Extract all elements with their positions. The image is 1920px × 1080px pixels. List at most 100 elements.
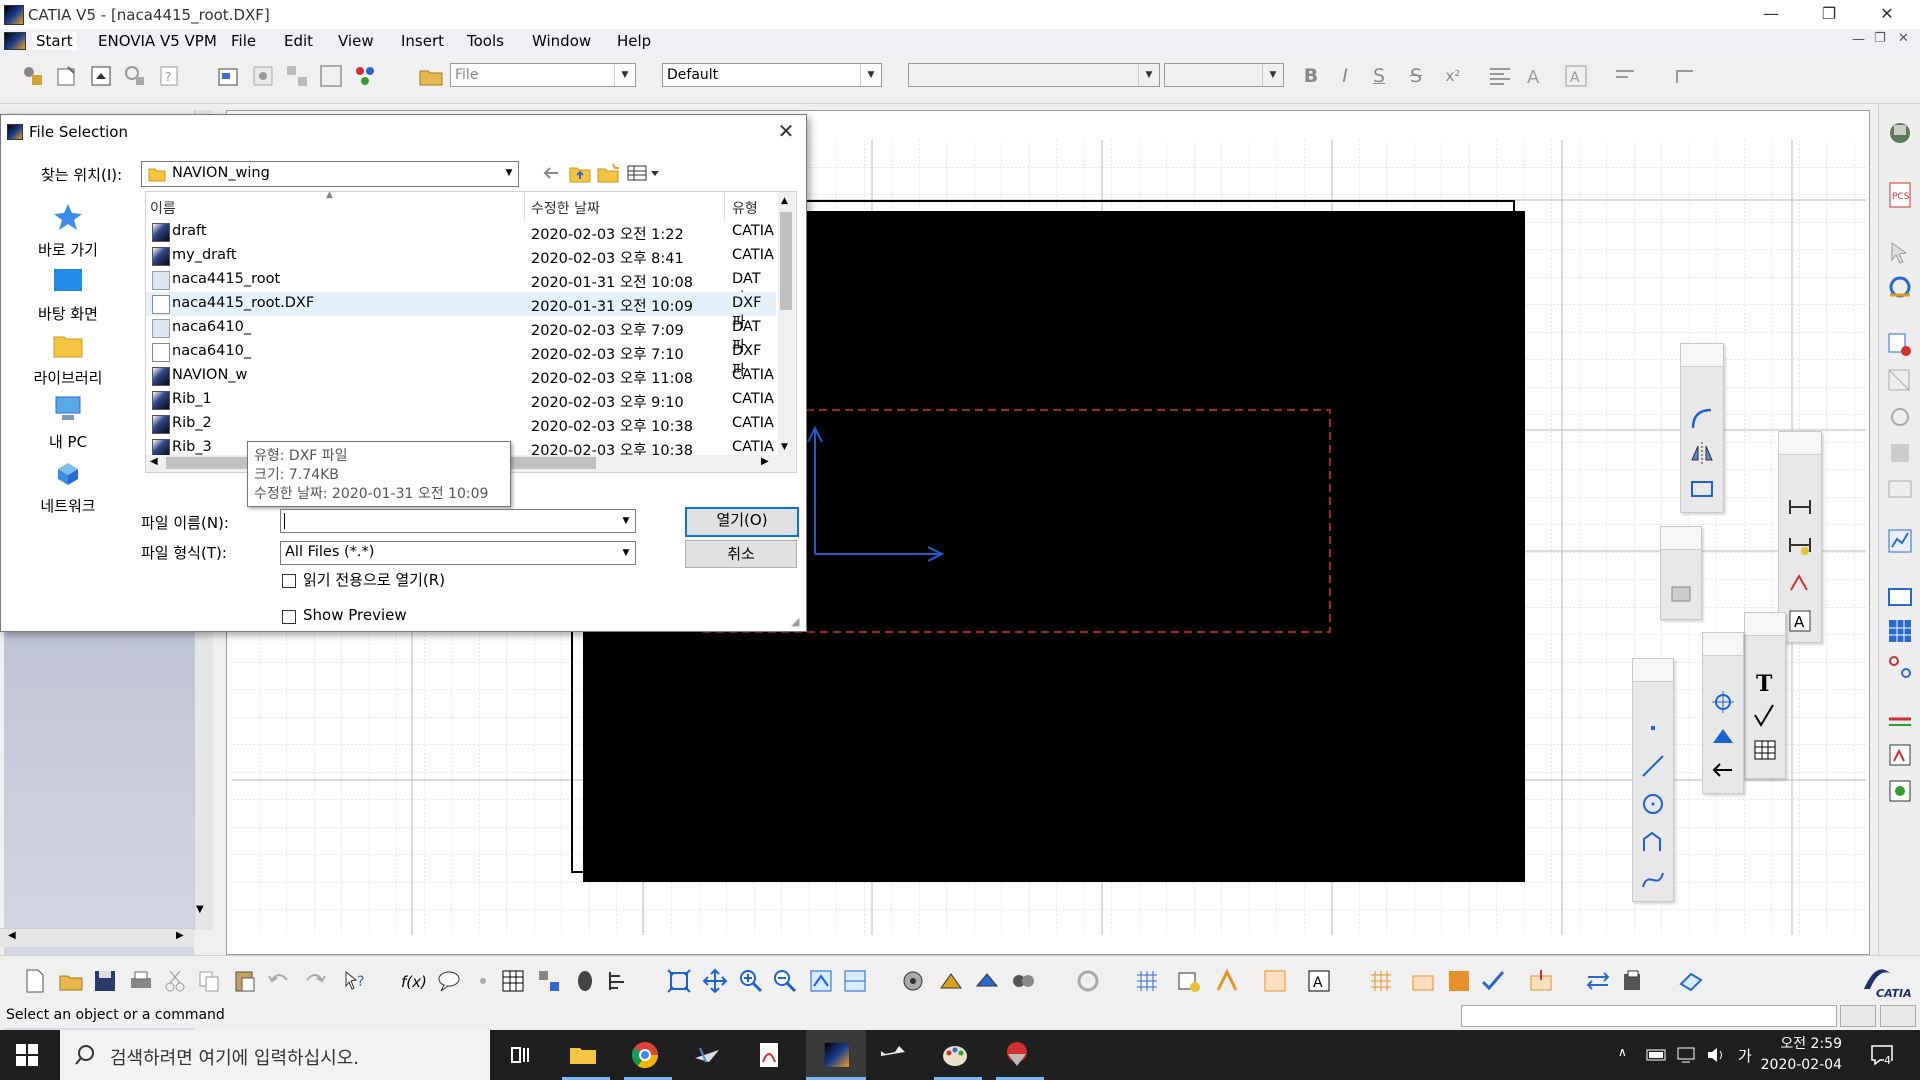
toolbar-handle[interactable]	[1779, 432, 1821, 455]
comment-icon[interactable]	[436, 968, 462, 994]
fit-all-icon[interactable]	[666, 968, 692, 994]
catia-taskbar-button[interactable]	[806, 1030, 866, 1080]
sketch-tools-icon[interactable]	[1214, 968, 1240, 994]
sheet-insert-icon[interactable]	[1528, 968, 1554, 994]
table-icon[interactable]	[1752, 737, 1778, 763]
column-date-header[interactable]: 수정한 날짜	[531, 198, 600, 218]
file-row[interactable]: naca4415_root.DXF 2020-01-31 오전 10:09 DXF …	[146, 292, 776, 331]
file-row[interactable]: Rib_2 2020-02-03 오후 10:38 CATIA	[146, 412, 776, 436]
dress-up-icon[interactable]	[352, 63, 378, 89]
print-icon[interactable]	[128, 968, 154, 994]
text-style-icon[interactable]: A	[1523, 63, 1549, 89]
place-this-pc[interactable]: 내 PC	[23, 395, 113, 452]
pan-icon[interactable]	[702, 968, 728, 994]
file-row[interactable]: Rib_1 2020-02-03 오후 9:10 CATIA	[146, 388, 776, 412]
column-name-header[interactable]: 이름	[150, 198, 176, 218]
chained-dimension-icon[interactable]	[1787, 532, 1813, 558]
italic-button[interactable]: I	[1332, 63, 1358, 89]
catalog-browser-icon[interactable]	[536, 968, 562, 994]
3d-view-icon[interactable]	[1678, 968, 1704, 994]
new-file-icon[interactable]	[22, 968, 48, 994]
status-button-2[interactable]	[1880, 1005, 1916, 1027]
doc-close-icon[interactable]: ✕	[1898, 31, 1909, 46]
paste-icon[interactable]	[232, 968, 258, 994]
hole-icon[interactable]	[572, 968, 598, 994]
menu-view[interactable]: View	[338, 32, 374, 50]
frame-icon[interactable]	[318, 63, 344, 89]
update-icon[interactable]	[1886, 273, 1914, 301]
dialog-close-button[interactable]: ✕	[771, 117, 801, 145]
file-row[interactable]: naca6410_ 2020-02-03 오후 7:09 DAT 파	[146, 316, 776, 355]
paint-icon[interactable]	[940, 1040, 970, 1070]
readonly-checkbox[interactable]	[282, 574, 296, 588]
cut-icon[interactable]	[162, 968, 188, 994]
taskbar-clock[interactable]: 오전 2:59 2020-02-04	[1752, 1034, 1842, 1076]
print-drawing-icon[interactable]	[1620, 968, 1646, 994]
copy-icon[interactable]	[196, 968, 222, 994]
status-button-1[interactable]	[1840, 1005, 1876, 1027]
display-icon[interactable]	[938, 968, 964, 994]
file-list-vertical-scrollbar[interactable]: ▲ ▼	[778, 192, 795, 472]
font-size-combo[interactable]: ▼	[1164, 63, 1284, 87]
layout-icon[interactable]	[284, 63, 310, 89]
open-folder-icon[interactable]	[418, 63, 444, 89]
circle-icon[interactable]	[1640, 791, 1666, 817]
style-combo[interactable]: Default ▼	[662, 63, 882, 87]
section-icon[interactable]	[1886, 439, 1914, 467]
normal-view-icon[interactable]	[808, 968, 834, 994]
view-menu-icon[interactable]	[627, 163, 661, 183]
view-mode-icon[interactable]	[974, 968, 1000, 994]
file-row[interactable]: my_draft 2020-02-03 오후 8:41 CATIA	[146, 244, 776, 268]
bold-button[interactable]: B	[1298, 63, 1324, 89]
open-file-icon[interactable]	[58, 968, 84, 994]
resize-grip-icon[interactable]: ◢	[791, 615, 799, 628]
underline-button[interactable]: S	[1366, 63, 1392, 89]
chart-view-icon[interactable]	[1886, 527, 1914, 555]
place-libraries[interactable]: 라이브러리	[23, 331, 113, 388]
view-tools-icon[interactable]	[122, 63, 148, 89]
zoom-in-icon[interactable]	[738, 968, 764, 994]
chrome-icon[interactable]	[630, 1040, 660, 1070]
toolbar-handle[interactable]	[1633, 659, 1673, 682]
grid-table-icon[interactable]	[1886, 617, 1914, 645]
position-icon[interactable]	[1672, 63, 1698, 89]
file-row[interactable]: naca4415_root2020-01-31 오전 10:08DAT 파	[146, 268, 776, 307]
windows-start-icon[interactable]	[16, 1044, 38, 1066]
geometry-modify-icon[interactable]	[1446, 968, 1472, 994]
menu-file[interactable]: File	[231, 32, 256, 50]
roughness-icon[interactable]	[1752, 703, 1778, 729]
strikethrough-button[interactable]: S	[1403, 63, 1429, 89]
sheet-icon[interactable]	[88, 63, 114, 89]
show-hidden-icons[interactable]: ∧	[1618, 1045, 1627, 1059]
save-icon[interactable]	[92, 968, 118, 994]
multi-view-icon[interactable]	[842, 968, 868, 994]
drafting-workbench-icon[interactable]	[1886, 119, 1914, 147]
analysis-mode-icon[interactable]: A	[1306, 968, 1332, 994]
view-gen-icon[interactable]	[250, 63, 276, 89]
analysis-icon[interactable]	[900, 968, 926, 994]
whats-this-icon[interactable]: ?	[342, 968, 368, 994]
cross-grid-icon[interactable]	[1368, 968, 1394, 994]
ime-indicator[interactable]: 가	[1738, 1045, 1752, 1066]
menu-start[interactable]: Start	[32, 32, 77, 50]
geometry-create-icon[interactable]	[1410, 968, 1436, 994]
formula-icon[interactable]: f(x)	[400, 968, 426, 994]
point-icon[interactable]	[1640, 715, 1666, 741]
font-combo[interactable]: ▼	[908, 63, 1160, 87]
dimension-system-icon[interactable]	[1262, 968, 1288, 994]
grid-toggle-icon[interactable]	[1134, 968, 1160, 994]
mirror-icon[interactable]	[1689, 440, 1715, 466]
select-icon[interactable]	[1886, 239, 1914, 267]
new-detail-icon[interactable]	[1886, 367, 1914, 395]
catalog-icon[interactable]	[1886, 741, 1914, 769]
file-combo[interactable]: File ▼	[450, 63, 636, 87]
toolbar-handle[interactable]	[1745, 613, 1785, 636]
arc-icon[interactable]	[1689, 406, 1715, 432]
scroll-left-icon[interactable]: ◀	[8, 930, 16, 941]
rectangle-icon[interactable]	[1689, 476, 1715, 502]
filetype-select[interactable]: All Files (*.*) ▼	[280, 541, 636, 565]
lookin-combo[interactable]: NAVION_wing ▼	[141, 161, 519, 187]
scroll-up-icon[interactable]: ▲	[781, 196, 788, 206]
center-mark-icon[interactable]	[1710, 689, 1736, 715]
file-row[interactable]: draft 2020-02-03 오전 1:22 CATIA	[146, 220, 776, 244]
